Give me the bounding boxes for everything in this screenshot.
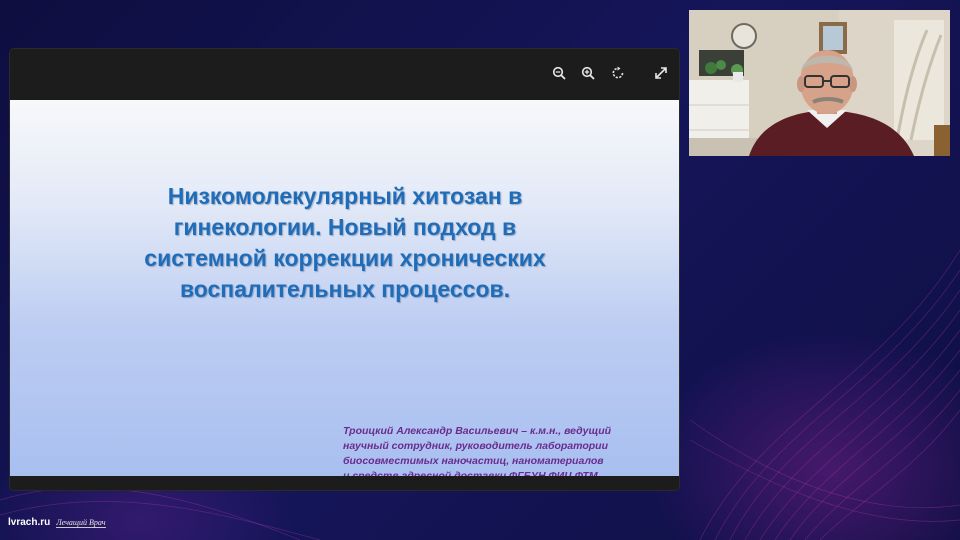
slide-author-info: Троицкий Александр Васильевич – к.м.н., … <box>343 425 612 482</box>
slide-title: Низкомолекулярный хитозан в гинекологии.… <box>144 183 546 302</box>
presentation-slide: Низкомолекулярный хитозан в гинекологии.… <box>10 100 679 482</box>
rotate-button[interactable] <box>607 62 629 84</box>
zoom-out-icon <box>552 66 566 80</box>
fullscreen-button[interactable] <box>650 62 672 84</box>
site-logo-text: lvrach.ru <box>8 517 51 528</box>
zoom-out-button[interactable] <box>548 62 570 84</box>
fullscreen-icon <box>655 67 667 79</box>
branding: lvrach.ru Лечащий Врач <box>8 517 106 528</box>
rotate-icon <box>612 66 624 79</box>
journal-logo-text: Лечащий Врач <box>56 517 106 528</box>
viewer-bottom-bar <box>10 476 679 490</box>
zoom-in-icon <box>581 66 595 80</box>
zoom-in-button[interactable] <box>577 62 599 84</box>
viewer-toolbar <box>10 49 679 99</box>
webcam-video-frame <box>689 10 950 156</box>
speaker-webcam <box>689 10 950 156</box>
slide-viewer: Низкомолекулярный хитозан в гинекологии.… <box>10 49 679 490</box>
